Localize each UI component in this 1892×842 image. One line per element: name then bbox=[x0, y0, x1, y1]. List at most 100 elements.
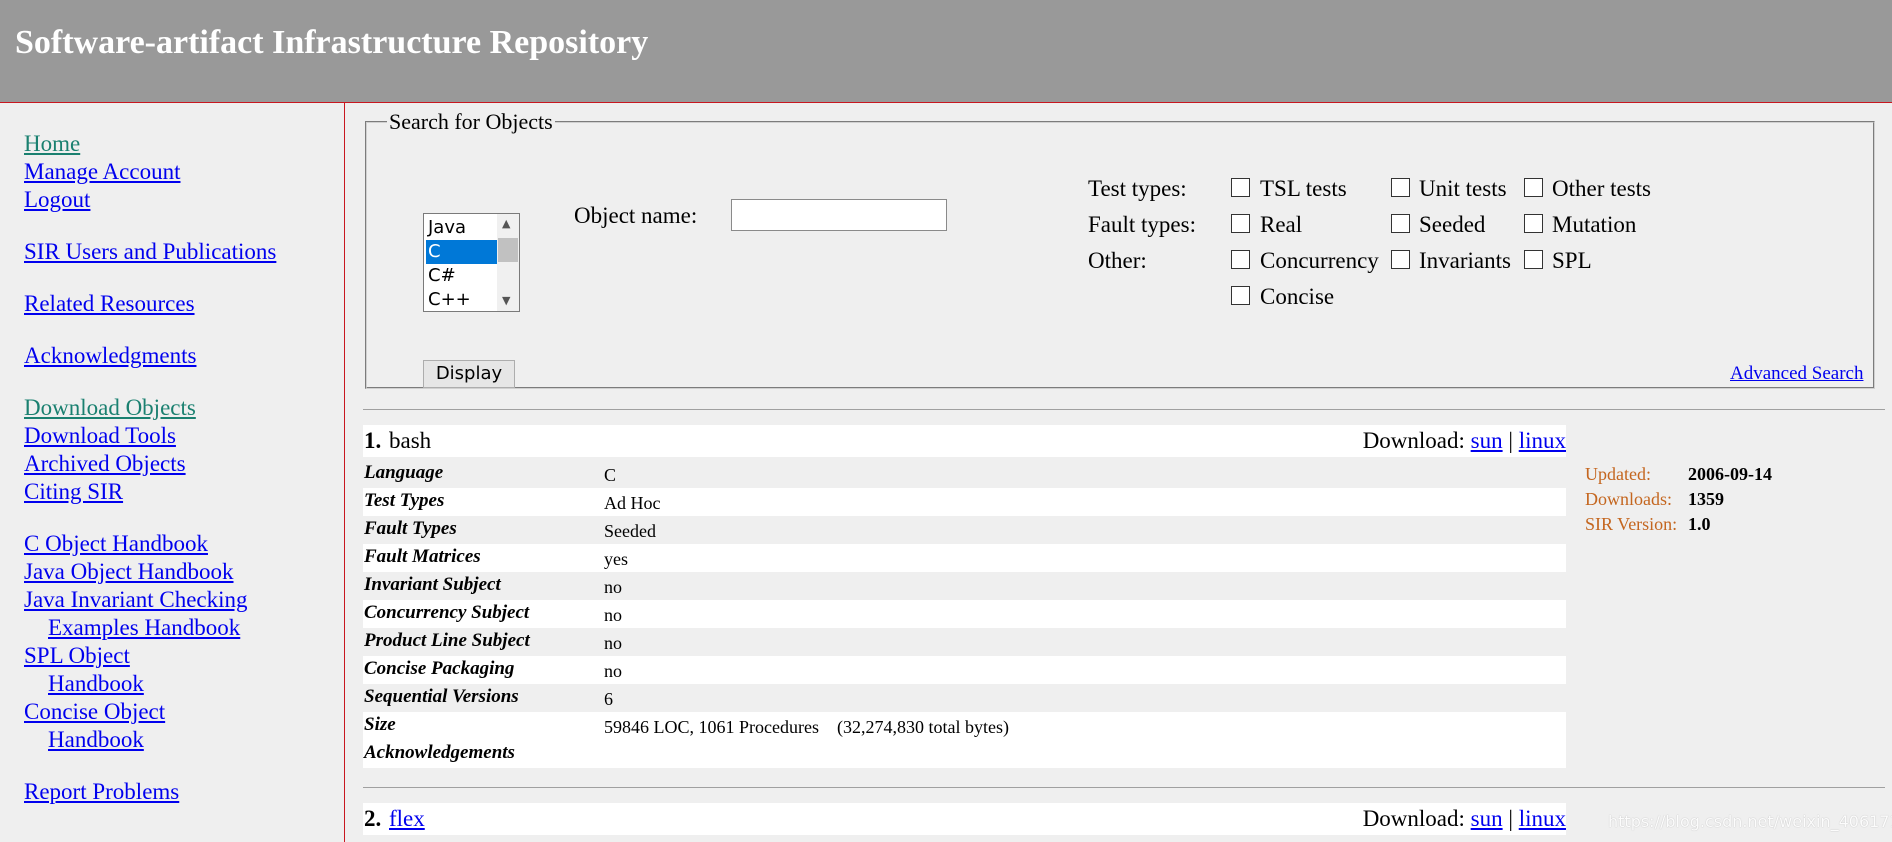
attribute-value: no bbox=[604, 633, 622, 653]
language-option-c[interactable]: C bbox=[426, 240, 498, 264]
table-row: Fault Matrices yes bbox=[363, 544, 1566, 572]
scroll-up-icon[interactable]: ▲ bbox=[502, 217, 510, 230]
site-title: Software-artifact Infrastructure Reposit… bbox=[15, 24, 649, 61]
object-name-label: Object name: bbox=[574, 203, 698, 228]
sidebar-link-citing-sir[interactable]: Citing SIR bbox=[24, 478, 123, 506]
checkbox-label-tsl-tests: TSL tests bbox=[1260, 176, 1347, 201]
checkbox-concurrency[interactable] bbox=[1231, 250, 1250, 269]
attribute-key: Fault Matrices bbox=[364, 546, 481, 567]
attribute-value: no bbox=[604, 661, 622, 681]
attribute-key: Invariant Subject bbox=[364, 574, 501, 595]
sidebar-link-java-invariant-checking[interactable]: Java Invariant Checking bbox=[24, 586, 248, 614]
language-listbox[interactable]: Java C C# C++ ▲ ▼ bbox=[423, 213, 520, 312]
checkbox-spl[interactable] bbox=[1524, 250, 1543, 269]
sidebar-link-java-object-handbook[interactable]: Java Object Handbook bbox=[24, 558, 234, 586]
sidebar-link-report-problems[interactable]: Report Problems bbox=[24, 778, 179, 806]
table-row: Sequential Versions 6 bbox=[363, 684, 1566, 712]
table-row: Language C bbox=[363, 460, 1566, 488]
table-row: Invariant Subject no bbox=[363, 572, 1566, 600]
attribute-value: C bbox=[604, 465, 617, 485]
table-row: Fault Types Seeded bbox=[363, 516, 1566, 544]
sidebar-link-concise-handbook[interactable]: Handbook bbox=[48, 726, 144, 754]
attribute-value: Ad Hoc bbox=[604, 493, 661, 513]
sidebar-link-related-resources[interactable]: Related Resources bbox=[24, 290, 195, 318]
attribute-key: Concise Packaging bbox=[364, 658, 515, 679]
checkbox-label-mutation: Mutation bbox=[1552, 212, 1637, 237]
checkbox-label-spl: SPL bbox=[1552, 248, 1592, 273]
download-sun-link[interactable]: sun bbox=[1471, 806, 1503, 831]
download-separator: | bbox=[1508, 806, 1513, 831]
sidebar-link-logout[interactable]: Logout bbox=[24, 186, 90, 214]
result-name-link[interactable]: flex bbox=[389, 806, 425, 832]
checkbox-label-seeded: Seeded bbox=[1419, 212, 1486, 237]
attribute-key: Product Line Subject bbox=[364, 630, 530, 651]
advanced-search-link[interactable]: Advanced Search bbox=[1730, 363, 1863, 385]
meta-downloads-value: 1359 bbox=[1688, 489, 1724, 509]
sidebar-link-spl-object[interactable]: SPL Object bbox=[24, 642, 130, 670]
checkbox-label-concise: Concise bbox=[1260, 284, 1335, 309]
language-option-cpp[interactable]: C++ bbox=[426, 288, 498, 312]
meta-updated-value: 2006-09-14 bbox=[1688, 464, 1772, 484]
checkbox-invariants[interactable] bbox=[1391, 250, 1410, 269]
checkbox-label-concurrency: Concurrency bbox=[1260, 248, 1379, 273]
sidebar-link-archived-objects[interactable]: Archived Objects bbox=[24, 450, 186, 478]
attribute-key: Acknowledgements bbox=[364, 742, 515, 763]
download-links: Download: sun | linux bbox=[1363, 428, 1566, 454]
sidebar-link-examples-handbook[interactable]: Examples Handbook bbox=[48, 614, 240, 642]
sidebar-link-c-object-handbook[interactable]: C Object Handbook bbox=[24, 530, 208, 558]
scrollbar-thumb[interactable] bbox=[498, 238, 518, 262]
sidebar-link-home[interactable]: Home bbox=[24, 130, 80, 158]
checkbox-mutation[interactable] bbox=[1524, 214, 1543, 233]
download-label: Download: bbox=[1362, 428, 1465, 453]
download-sun-link[interactable]: sun bbox=[1471, 428, 1503, 453]
attribute-value: no bbox=[604, 577, 622, 597]
attribute-value: 6 bbox=[604, 689, 613, 709]
meta-downloads-label: Downloads: bbox=[1585, 489, 1672, 509]
sidebar-link-download-tools[interactable]: Download Tools bbox=[24, 422, 176, 450]
attribute-value: Seeded bbox=[604, 521, 656, 541]
sidebar-link-acknowledgments[interactable]: Acknowledgments bbox=[24, 342, 196, 370]
fault-types-label: Fault types: bbox=[1088, 212, 1196, 237]
checkbox-label-unit-tests: Unit tests bbox=[1419, 176, 1507, 201]
sidebar-nav: Home Manage Account Logout SIR Users and… bbox=[0, 103, 345, 842]
checkbox-label-invariants: Invariants bbox=[1419, 248, 1511, 273]
page-header: Software-artifact Infrastructure Reposit… bbox=[0, 0, 1892, 103]
result-header: 2. flex Download: sun | linux bbox=[363, 803, 1566, 835]
object-name-input[interactable] bbox=[731, 199, 947, 231]
display-button[interactable]: Display bbox=[423, 360, 515, 388]
sidebar-link-spl-handbook[interactable]: Handbook bbox=[48, 670, 144, 698]
attribute-key: Test Types bbox=[364, 490, 445, 511]
attribute-key: Concurrency Subject bbox=[364, 602, 530, 623]
checkbox-seeded[interactable] bbox=[1391, 214, 1410, 233]
sidebar-link-concise-object[interactable]: Concise Object bbox=[24, 698, 165, 726]
meta-version-label: SIR Version: bbox=[1585, 514, 1678, 534]
result-header: 1. bash Download: sun | linux bbox=[363, 425, 1566, 457]
sidebar-link-download-objects[interactable]: Download Objects bbox=[24, 394, 196, 422]
attribute-value: no bbox=[604, 605, 622, 625]
language-option-csharp[interactable]: C# bbox=[426, 264, 498, 288]
language-option-java[interactable]: Java bbox=[426, 216, 498, 240]
scroll-down-icon[interactable]: ▼ bbox=[502, 294, 510, 307]
checkbox-label-real: Real bbox=[1260, 212, 1303, 237]
table-row: Product Line Subject no bbox=[363, 628, 1566, 656]
attribute-key: Sequential Versions bbox=[364, 686, 519, 707]
checkbox-real[interactable] bbox=[1231, 214, 1250, 233]
main-content: Search for Objects Java C C# C++ ▲ ▼ Obj… bbox=[345, 103, 1892, 842]
sidebar-link-manage-account[interactable]: Manage Account bbox=[24, 158, 180, 186]
checkbox-other-tests[interactable] bbox=[1524, 178, 1543, 197]
checkbox-tsl-tests[interactable] bbox=[1231, 178, 1250, 197]
checkbox-concise[interactable] bbox=[1231, 286, 1250, 305]
checkbox-unit-tests[interactable] bbox=[1391, 178, 1410, 197]
listbox-scrollbar[interactable]: ▲ ▼ bbox=[497, 214, 519, 311]
search-form: Search for Objects Java C C# C++ ▲ ▼ Obj… bbox=[365, 109, 1875, 389]
download-linux-link[interactable]: linux bbox=[1519, 806, 1566, 831]
table-row: Size 59846 LOC, 1061 Procedures (32,274,8… bbox=[363, 712, 1566, 740]
watermark: https://blog.csdn.net/weixin_40617102 bbox=[1608, 812, 1892, 831]
download-links: Download: sun | linux bbox=[1363, 806, 1566, 832]
table-row: Acknowledgements bbox=[363, 740, 1566, 768]
download-linux-link[interactable]: linux bbox=[1519, 428, 1566, 453]
separator bbox=[363, 787, 1885, 788]
download-separator: | bbox=[1508, 428, 1513, 453]
attribute-key: Language bbox=[364, 462, 444, 483]
sidebar-link-sir-users[interactable]: SIR Users and Publications bbox=[24, 238, 276, 266]
